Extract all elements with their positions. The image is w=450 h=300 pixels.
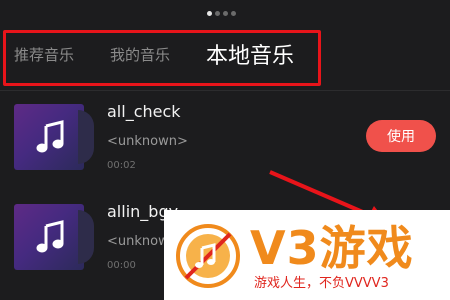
watermark-banner: V3游戏 游戏人生，不负VVVV3	[164, 210, 450, 300]
watermark-slogan: 游戏人生，不负VVVV3	[254, 276, 389, 291]
album-art	[14, 104, 94, 170]
tab-local-music[interactable]: 本地音乐	[206, 38, 294, 70]
tab-recommended-music[interactable]: 推荐音乐	[14, 44, 74, 65]
page-dot	[223, 11, 228, 16]
music-tabs: 推荐音乐 我的音乐 本地音乐	[0, 36, 450, 76]
vinyl-disc	[78, 110, 94, 164]
tab-my-music[interactable]: 我的音乐	[110, 44, 170, 65]
page-dot	[215, 11, 220, 16]
use-button[interactable]: 使用	[366, 120, 436, 152]
music-note-icon	[36, 220, 64, 253]
page-indicator	[207, 11, 236, 16]
page-dot	[231, 11, 236, 16]
page-dot-active	[207, 11, 212, 16]
album-art	[14, 204, 94, 270]
vinyl-disc	[78, 210, 94, 264]
music-note-icon	[36, 120, 64, 153]
divider	[0, 90, 450, 91]
watermark-brand: V3游戏	[250, 221, 414, 275]
song-duration: 00:00	[107, 260, 136, 271]
watermark-logo-icon	[176, 224, 240, 288]
song-title: all_check	[107, 102, 181, 121]
song-artist: <unknown>	[107, 134, 188, 149]
song-duration: 00:02	[107, 160, 136, 171]
